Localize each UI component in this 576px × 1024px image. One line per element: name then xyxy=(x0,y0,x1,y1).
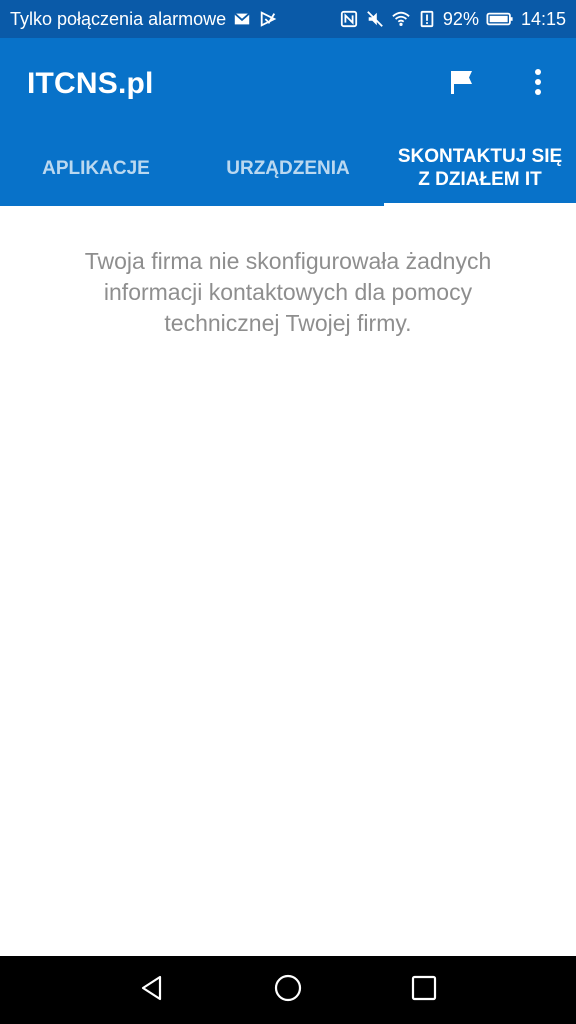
tab-urzadzenia[interactable]: URZĄDZENIA xyxy=(192,130,384,206)
recents-icon xyxy=(410,974,438,1007)
flag-button[interactable] xyxy=(442,64,482,104)
tab-label: SKONTAKTUJ SIĘ Z DZIAŁEM IT xyxy=(397,146,563,190)
back-icon xyxy=(138,974,166,1007)
wifi-icon xyxy=(391,9,411,29)
tab-label: URZĄDZENIA xyxy=(226,157,350,179)
more-options-button[interactable] xyxy=(518,64,558,104)
app-title: ITCNS.pl xyxy=(27,67,154,100)
status-bar: Tylko połączenia alarmowe 92% 14:15 xyxy=(0,0,576,38)
home-icon xyxy=(273,973,303,1008)
clock: 14:15 xyxy=(520,8,566,29)
notification-icon xyxy=(258,9,278,29)
flag-icon xyxy=(448,68,476,101)
home-button[interactable] xyxy=(268,970,308,1010)
nfc-icon xyxy=(339,9,359,29)
mute-icon xyxy=(365,9,385,29)
alert-icon xyxy=(417,9,437,29)
battery-icon xyxy=(485,9,515,29)
tab-aplikacje[interactable]: APLIKACJE xyxy=(0,130,192,206)
status-left: Tylko połączenia alarmowe xyxy=(10,9,278,30)
empty-state-message: Twoja firma nie skonfigurowała żadnych i… xyxy=(84,248,492,336)
status-right: 92% 14:15 xyxy=(339,9,566,30)
app-actions xyxy=(442,38,558,130)
more-vert-icon xyxy=(533,68,543,101)
mail-icon xyxy=(232,9,252,29)
tab-bar: APLIKACJE URZĄDZENIA SKONTAKTUJ SIĘ Z DZ… xyxy=(0,130,576,206)
back-button[interactable] xyxy=(132,970,172,1010)
app-bar: ITCNS.pl xyxy=(0,38,576,130)
system-nav-bar xyxy=(0,956,576,1024)
battery-percent: 92% xyxy=(442,8,479,29)
tab-contact-it[interactable]: SKONTAKTUJ SIĘ Z DZIAŁEM IT xyxy=(384,130,576,206)
recents-button[interactable] xyxy=(404,970,444,1010)
tab-label: APLIKACJE xyxy=(42,157,150,179)
main-content: Twoja firma nie skonfigurowała żadnych i… xyxy=(0,206,576,956)
carrier-text: Tylko połączenia alarmowe xyxy=(10,8,227,29)
